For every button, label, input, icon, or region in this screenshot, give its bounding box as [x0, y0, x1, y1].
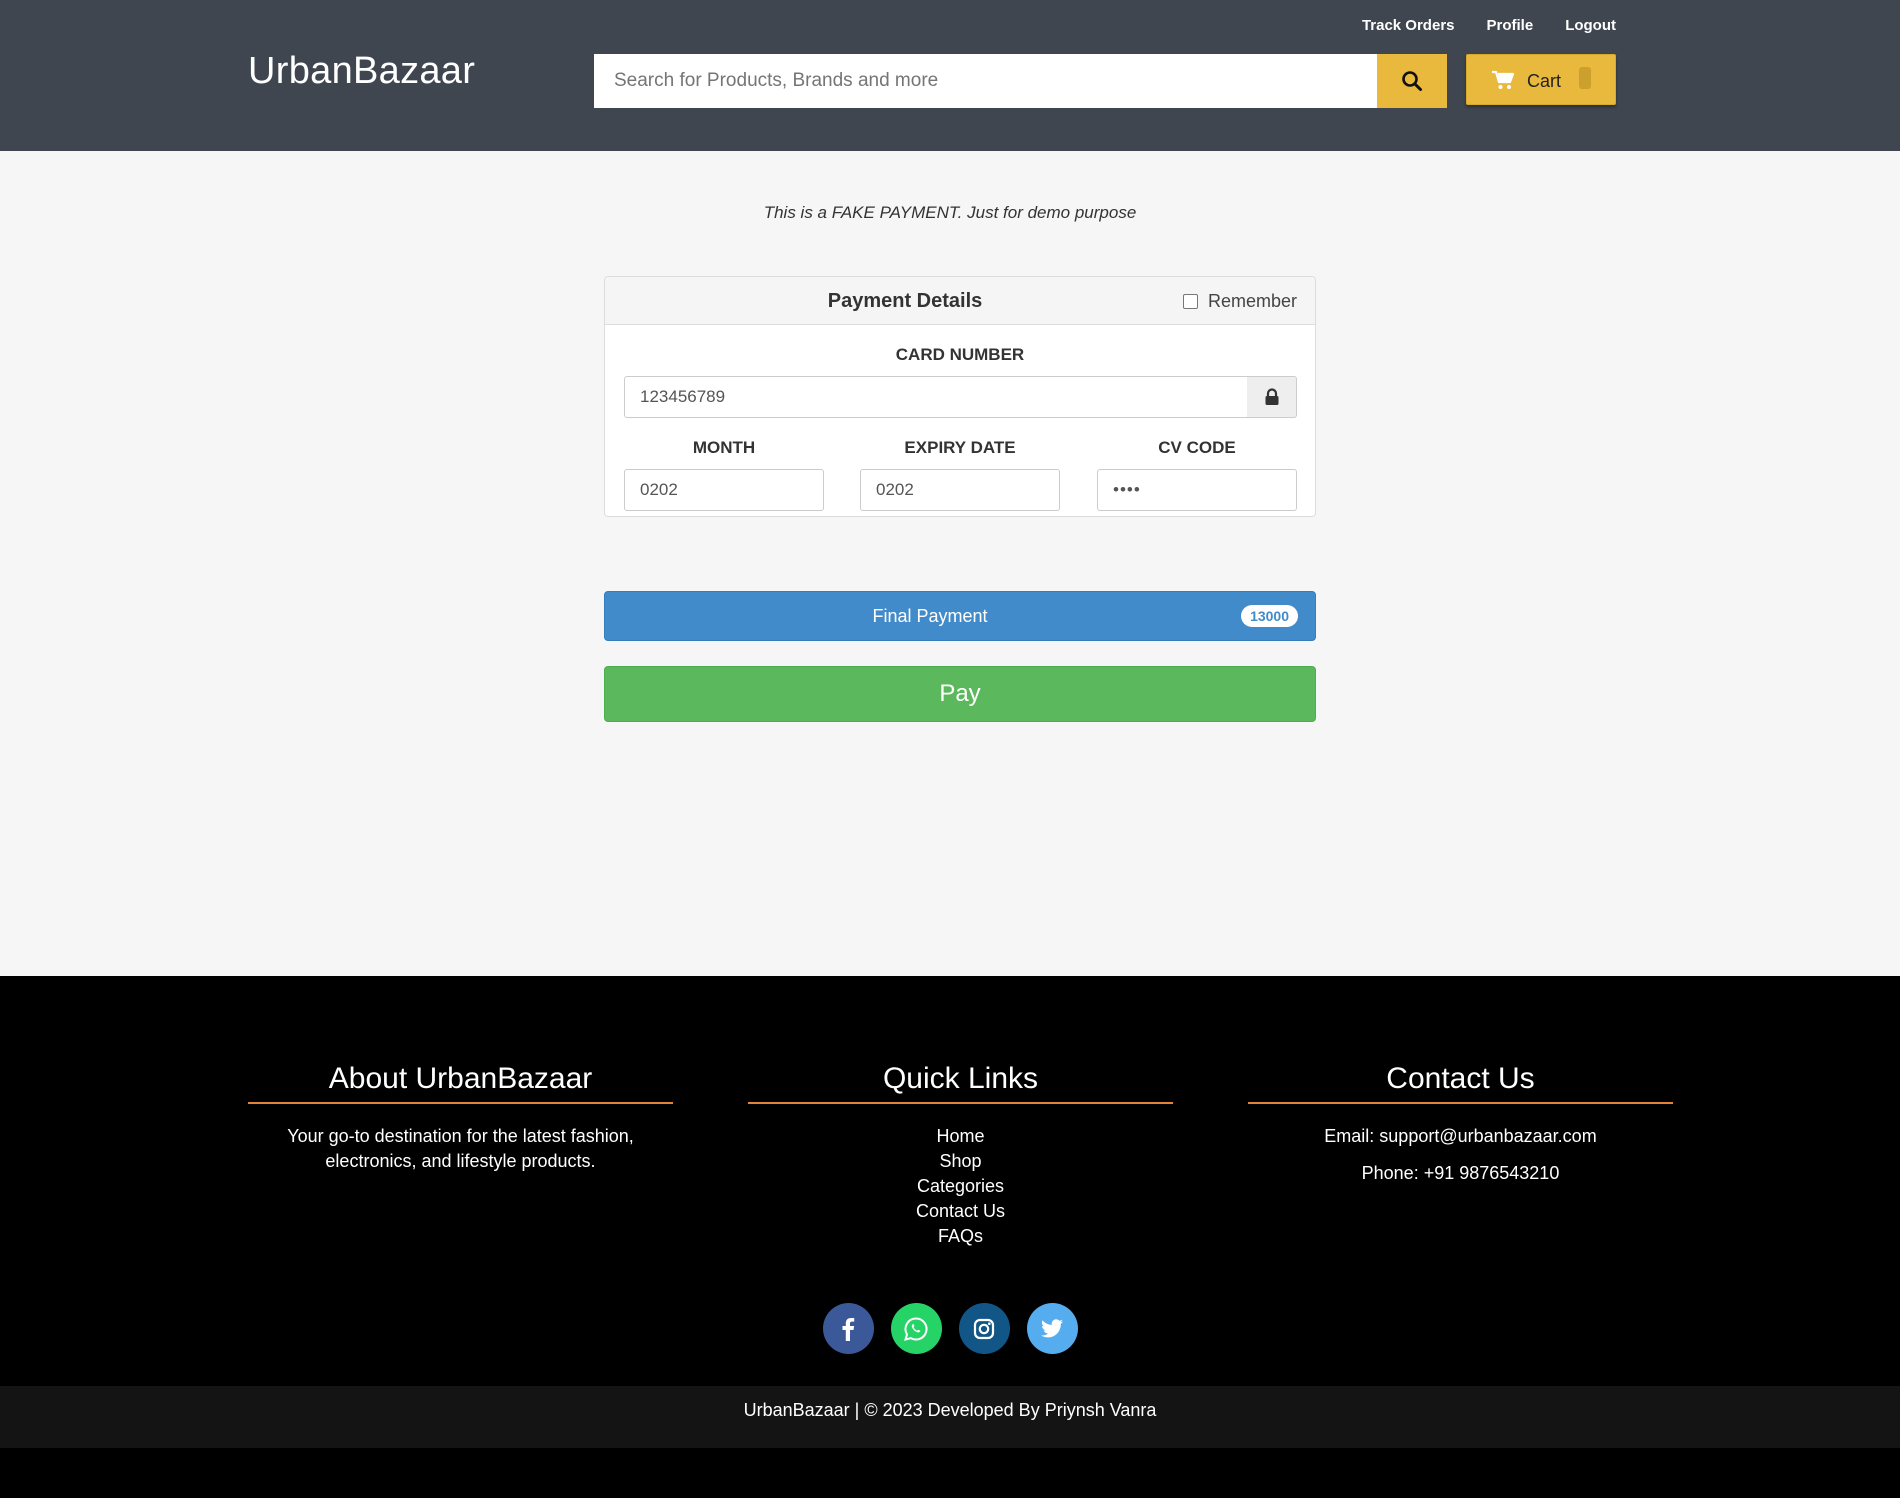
cv-code-field[interactable]: ••••: [1097, 469, 1297, 511]
expiry-date-label: EXPIRY DATE: [904, 438, 1016, 457]
cart-button[interactable]: Cart: [1466, 54, 1616, 105]
footer-link-categories[interactable]: Categories: [748, 1174, 1173, 1199]
quick-links-list: Home Shop Categories Contact Us FAQs: [748, 1124, 1173, 1249]
cart-icon: [1492, 70, 1515, 89]
whatsapp-button[interactable]: [890, 1303, 942, 1354]
profile-link[interactable]: Profile: [1487, 17, 1534, 34]
final-payment-label: Final Payment: [872, 605, 988, 626]
footer-link-shop[interactable]: Shop: [748, 1149, 1173, 1174]
footer-link-contact-us[interactable]: Contact Us: [748, 1199, 1173, 1224]
remember-checkbox[interactable]: Remember: [1182, 291, 1297, 312]
cart-label: Cart: [1527, 71, 1562, 91]
social-links: [0, 1303, 1900, 1354]
panel-heading: Payment Details Remember: [605, 277, 1315, 325]
copyright-text: UrbanBazaar | © 2023 Developed By Priyns…: [743, 1400, 1157, 1420]
instagram-icon: [973, 1318, 995, 1339]
quick-links-title: Quick Links: [748, 1062, 1173, 1104]
panel-title: Payment Details: [827, 290, 983, 312]
expiry-date-field[interactable]: 0202: [860, 469, 1060, 511]
site-footer: About UrbanBazaar Your go-to destination…: [0, 976, 1900, 1386]
whatsapp-icon: [904, 1316, 928, 1341]
instagram-button[interactable]: [958, 1303, 1010, 1354]
search-button[interactable]: [1377, 54, 1447, 108]
track-orders-link[interactable]: Track Orders: [1362, 17, 1455, 34]
final-payment-bar: Final Payment 13000: [604, 591, 1316, 641]
about-text-line2: electronics, and lifestyle products.: [325, 1151, 596, 1171]
payment-page: This is a FAKE PAYMENT. Just for demo pu…: [0, 151, 1900, 976]
footer-link-faqs[interactable]: FAQs: [748, 1224, 1173, 1249]
card-number-label: CARD NUMBER: [895, 345, 1025, 364]
footer-contact: Contact Us Email: support@urbanbazaar.co…: [1248, 1062, 1673, 1186]
footer-about: About UrbanBazaar Your go-to destination…: [248, 1062, 673, 1174]
about-text: Your go-to destination for the latest fa…: [248, 1124, 673, 1174]
top-nav: Track Orders Profile Logout: [1362, 17, 1616, 34]
contact-phone: Phone: +91 9876543210: [1361, 1163, 1560, 1183]
about-text-line1: Your go-to destination for the latest fa…: [287, 1126, 634, 1146]
logout-link[interactable]: Logout: [1565, 17, 1616, 34]
footer-quick-links: Quick Links Home Shop Categories Contact…: [748, 1062, 1173, 1249]
copyright-bar: UrbanBazaar | © 2023 Developed By Priyns…: [0, 1386, 1900, 1448]
card-number-field[interactable]: 123456789: [624, 376, 1248, 418]
final-amount-badge: 13000: [1241, 605, 1298, 627]
contact-info: Email: support@urbanbazaar.com Phone: +9…: [1248, 1124, 1673, 1186]
brand-logo[interactable]: UrbanBazaar: [248, 50, 475, 93]
search-input[interactable]: [594, 54, 1377, 108]
facebook-button[interactable]: [822, 1303, 874, 1354]
contact-title: Contact Us: [1248, 1062, 1673, 1104]
remember-label: Remember: [1207, 291, 1297, 311]
cart-count-badge: [1579, 67, 1591, 89]
search-bar: [594, 54, 1447, 108]
lock-icon: [1265, 388, 1278, 405]
search-icon: [1402, 71, 1422, 91]
site-header: UrbanBazaar Track Orders Profile Logout …: [0, 0, 1900, 151]
facebook-icon: [842, 1317, 855, 1341]
payment-details-panel: Payment Details Remember CARD NUMBER 123…: [604, 276, 1316, 517]
month-field[interactable]: 0202: [624, 469, 824, 511]
demo-notice: This is a FAKE PAYMENT. Just for demo pu…: [763, 203, 1137, 222]
pay-button[interactable]: Pay: [604, 666, 1316, 722]
footer-link-home[interactable]: Home: [748, 1124, 1173, 1149]
contact-email: Email: support@urbanbazaar.com: [1324, 1126, 1597, 1146]
month-label: MONTH: [692, 438, 756, 457]
checkbox-box[interactable]: [1182, 294, 1198, 309]
lock-addon: [1247, 376, 1297, 418]
twitter-icon: [1041, 1318, 1063, 1337]
cv-code-label: CV CODE: [1158, 438, 1236, 457]
twitter-button[interactable]: [1026, 1303, 1078, 1354]
about-title: About UrbanBazaar: [248, 1062, 673, 1104]
